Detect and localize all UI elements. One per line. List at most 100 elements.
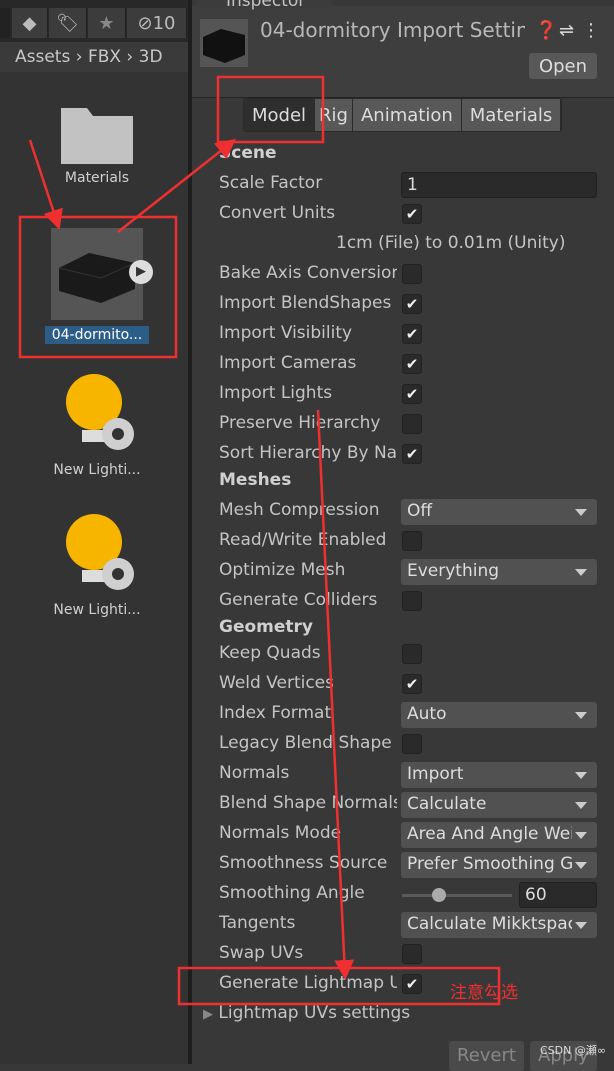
setting-row: ▶ Lightmap UVs settings — [203, 1001, 599, 1029]
setting-row: Blend Shape Normals Calculate — [219, 791, 599, 819]
open-button[interactable]: Open — [529, 53, 597, 79]
presets-icon[interactable]: ⇌ — [559, 20, 574, 41]
asset-lighting-2[interactable]: New Lighti... — [37, 512, 157, 618]
check-icon: ✔ — [405, 445, 419, 463]
import-tabs: Model Rig Animation Materials — [243, 98, 563, 132]
setting-row: Optimize Mesh Everything — [219, 558, 599, 586]
setting-row: Mesh Compression Off — [219, 498, 599, 526]
setting-checkbox[interactable]: ✔ — [402, 384, 422, 404]
breadcrumb-assets[interactable]: Assets — [15, 47, 70, 67]
hidden-toggle[interactable]: ⊘ 10 — [127, 8, 187, 38]
asset-lighting-1[interactable]: New Lighti... — [37, 372, 157, 478]
slider-track[interactable] — [402, 894, 512, 897]
setting-checkbox[interactable] — [402, 734, 422, 754]
inspector-tab[interactable]: Inspector — [196, 0, 332, 11]
setting-dropdown[interactable]: Calculate — [401, 792, 597, 818]
setting-checkbox[interactable]: ✔ — [402, 294, 422, 314]
slider-handle[interactable] — [431, 888, 446, 902]
setting-row: Scene — [219, 141, 599, 169]
setting-label: Scale Factor — [219, 173, 323, 193]
unit-conversion-note: 1cm (File) to 0.01m (Unity) — [336, 233, 566, 253]
setting-row: Preserve Hierarchy — [219, 411, 599, 439]
check-icon: ✔ — [405, 205, 419, 223]
setting-label: Legacy Blend Shape Normals — [219, 733, 397, 753]
tab-materials[interactable]: Materials — [461, 99, 562, 131]
setting-checkbox[interactable] — [402, 591, 422, 611]
setting-row: Read/Write Enabled — [219, 528, 599, 556]
foldout-lightmap-uvs[interactable]: ▶ Lightmap UVs settings — [203, 1003, 503, 1023]
setting-label: Normals Mode — [219, 823, 342, 843]
setting-row: Import Visibility ✔ — [219, 321, 599, 349]
setting-row: Normals Import — [219, 761, 599, 789]
tab-model[interactable]: Model — [244, 99, 316, 131]
setting-label: Generate Colliders — [219, 590, 378, 610]
setting-label: Convert Units — [219, 203, 336, 223]
setting-row: Normals Mode Area And Angle Weighted — [219, 821, 599, 849]
check-icon: ✔ — [405, 385, 419, 403]
setting-dropdown[interactable]: Prefer Smoothing Groups — [401, 852, 597, 878]
smoothing-angle-input[interactable]: 60 — [519, 882, 597, 908]
setting-checkbox[interactable] — [402, 644, 422, 664]
setting-checkbox[interactable]: ✔ — [402, 204, 422, 224]
setting-dropdown[interactable]: Everything — [401, 559, 597, 585]
setting-dropdown[interactable]: Auto — [401, 702, 597, 728]
scale-factor-input[interactable]: 1 — [401, 172, 597, 198]
setting-label: Mesh Compression — [219, 500, 380, 520]
setting-checkbox[interactable] — [402, 531, 422, 551]
breadcrumb: Assets › FBX › 3D — [0, 42, 188, 72]
model-icon: ▶ — [51, 228, 153, 320]
setting-label: Import Cameras — [219, 353, 357, 373]
setting-row: Smoothing Angle 60 — [219, 881, 599, 909]
check-icon: ✔ — [405, 975, 419, 993]
setting-checkbox[interactable]: ✔ — [402, 974, 422, 994]
setting-label: Meshes — [219, 470, 292, 490]
setting-checkbox[interactable]: ✔ — [402, 324, 422, 344]
setting-checkbox[interactable] — [402, 414, 422, 434]
setting-label: Weld Vertices — [219, 673, 334, 693]
asset-dormitory[interactable]: ▶ 04-dormito... — [37, 228, 157, 344]
breadcrumb-fbx[interactable]: FBX — [88, 47, 121, 67]
search-field-edge[interactable] — [0, 8, 10, 38]
inspector-title: 04-dormitory Import Settings — [260, 18, 525, 42]
setting-dropdown[interactable]: Import — [401, 762, 597, 788]
setting-checkbox[interactable]: ✔ — [402, 444, 422, 464]
annotation-note: 注意勾选 — [450, 983, 518, 1003]
tab-rig[interactable]: Rig — [315, 99, 353, 131]
help-icon[interactable]: ❓ — [535, 20, 557, 41]
setting-row: Smoothness Source Prefer Smoothing Groups — [219, 851, 599, 879]
setting-checkbox[interactable] — [402, 264, 422, 284]
tab-animation[interactable]: Animation — [352, 99, 462, 131]
revert-button[interactable]: Revert — [449, 1041, 524, 1071]
setting-label: Scene — [219, 143, 277, 163]
asset-materials[interactable]: Materials — [37, 100, 157, 186]
setting-row: Import Cameras ✔ — [219, 351, 599, 379]
setting-label: Import Lights — [219, 383, 333, 403]
setting-label: Preserve Hierarchy — [219, 413, 381, 433]
tag-icon[interactable]: 🏷 — [49, 8, 87, 38]
setting-checkbox[interactable] — [402, 944, 422, 964]
setting-label: Bake Axis Conversion — [219, 263, 397, 283]
setting-checkbox[interactable]: ✔ — [402, 354, 422, 374]
shapes-icon[interactable]: ◆ — [12, 8, 48, 38]
setting-row: Import BlendShapes ✔ — [219, 291, 599, 319]
setting-label: Read/Write Enabled — [219, 530, 387, 550]
setting-label: Index Format — [219, 703, 332, 723]
check-icon: ✔ — [405, 675, 419, 693]
play-icon[interactable]: ▶ — [129, 260, 153, 284]
setting-label: Smoothness Source — [219, 853, 388, 873]
setting-dropdown[interactable]: Calculate Mikktspace — [401, 912, 597, 938]
setting-label: Keep Quads — [219, 643, 321, 663]
setting-label: Generate Lightmap UVs — [219, 973, 397, 993]
setting-row: Index Format Auto — [219, 701, 599, 729]
setting-row: Meshes — [219, 468, 599, 496]
more-options-icon[interactable]: ⋮ — [582, 20, 600, 41]
check-icon: ✔ — [405, 355, 419, 373]
star-icon[interactable]: ★ — [88, 8, 126, 38]
setting-checkbox[interactable]: ✔ — [402, 674, 422, 694]
setting-row: Convert Units ✔ — [219, 201, 599, 229]
lighting-settings-icon — [66, 514, 134, 590]
setting-dropdown[interactable]: Off — [401, 499, 597, 525]
breadcrumb-3d[interactable]: 3D — [139, 47, 163, 67]
setting-dropdown[interactable]: Area And Angle Weighted — [401, 822, 597, 848]
setting-row: Legacy Blend Shape Normals — [219, 731, 599, 759]
